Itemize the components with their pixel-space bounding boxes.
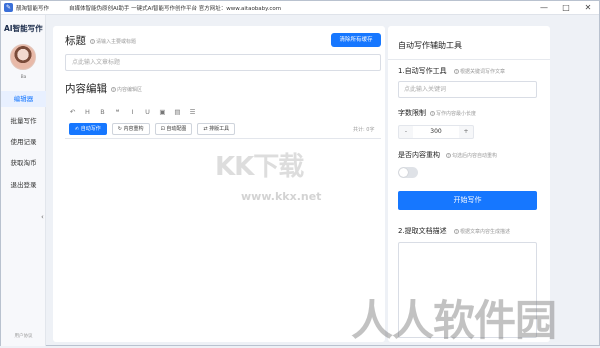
help-icon: ? bbox=[446, 153, 451, 158]
chevron-left-icon[interactable]: ‹ bbox=[41, 213, 44, 221]
app-logo-icon: ✎ bbox=[4, 3, 13, 12]
auto-write-button[interactable]: ✍ 自动写作 bbox=[69, 123, 107, 135]
word-count: 共计: 0字 bbox=[353, 127, 375, 133]
content-heading: 内容编辑 bbox=[65, 83, 107, 95]
word-limit-stepper: - 300 + bbox=[398, 125, 474, 139]
italic-icon[interactable]: I bbox=[125, 108, 140, 116]
help-icon: ? bbox=[454, 69, 459, 74]
sidebar-item-editor[interactable]: 编辑器 bbox=[1, 91, 46, 107]
content-hint: ? 内容编辑区 bbox=[111, 87, 143, 93]
user-agreement-link[interactable]: 用户协议 bbox=[1, 333, 46, 339]
close-icon[interactable]: ✕ bbox=[577, 1, 599, 15]
sidebar-item-logout[interactable]: 退出登录 bbox=[1, 177, 46, 193]
brand-logo: AI智能写作 bbox=[4, 24, 43, 33]
heading-icon[interactable]: H bbox=[80, 108, 95, 116]
editor-panel: 标题 ? 请输入主要或标题 清除所有缓存 点此输入文章标题 内容编辑 ? 内容编辑区… bbox=[53, 26, 385, 342]
rebuild-toggle[interactable] bbox=[398, 167, 418, 178]
word-limit-value[interactable]: 300 bbox=[413, 126, 459, 138]
format-toolbar: ↶ H B ❝ I U ▣ ▤ ☰ bbox=[65, 106, 381, 118]
sidebar-item-get-coins[interactable]: 获取淘币 bbox=[1, 155, 46, 171]
start-writing-button[interactable]: 开始写作 bbox=[398, 191, 537, 210]
rebuild-label: 是否内容重构 bbox=[398, 151, 440, 159]
rebuild-hint: ? 勾选后内容自动重构 bbox=[446, 153, 498, 159]
undo-icon[interactable]: ↶ bbox=[65, 108, 80, 116]
help-icon: ? bbox=[111, 87, 116, 92]
layout-tool-button[interactable]: ⇄ 排版工具 bbox=[197, 123, 236, 135]
title-bar: ✎ 靓淘智能写作 自媒体智能伪原创AI助手 一键式AI智能写作创作平台 官方网址… bbox=[1, 1, 599, 15]
extract-desc-section-title: 2.提取文档描述 bbox=[398, 227, 447, 235]
content-rebuild-button[interactable]: ↻ 内容重构 bbox=[111, 123, 150, 135]
app-window: ✎ 靓淘智能写作 自媒体智能伪原创AI助手 一键式AI智能写作创作平台 官方网址… bbox=[0, 0, 600, 346]
maximize-icon[interactable]: □ bbox=[555, 1, 577, 15]
help-icon: ? bbox=[430, 111, 435, 116]
writing-tools-panel: 自动写作辅助工具 1.自动写作工具 ? 根据关键词写作文章 点此输入关键词 字数限… bbox=[388, 26, 550, 342]
title-hint: ? 请输入主要或标题 bbox=[90, 39, 137, 45]
auto-write-section-title: 1.自动写作工具 bbox=[398, 67, 447, 75]
content-editor-area[interactable] bbox=[65, 138, 381, 338]
image-icon[interactable]: ▣ bbox=[155, 108, 170, 116]
word-limit-label: 字数限制 bbox=[398, 109, 426, 117]
extract-desc-hint: ? 根据文章内容生成描述 bbox=[454, 229, 511, 235]
word-limit-hint: ? 写作内容最小长度 bbox=[430, 111, 477, 117]
bold-icon[interactable]: B bbox=[95, 108, 110, 116]
app-title: 靓淘智能写作 bbox=[16, 5, 50, 12]
decrement-button[interactable]: - bbox=[399, 126, 413, 138]
keyword-input[interactable]: 点此输入关键词 bbox=[398, 81, 537, 98]
table-icon[interactable]: ▤ bbox=[170, 108, 185, 116]
description-textarea[interactable] bbox=[398, 242, 537, 338]
tools-panel-title: 自动写作辅助工具 bbox=[398, 41, 462, 50]
divider bbox=[388, 59, 550, 60]
clear-cache-button[interactable]: 清除所有缓存 bbox=[331, 33, 381, 47]
window-controls: — □ ✕ bbox=[533, 1, 599, 15]
editor-action-buttons: ✍ 自动写作 ↻ 内容重构 ⊡ 自动配图 ⇄ 排版工具 bbox=[69, 123, 236, 135]
help-icon: ? bbox=[90, 39, 95, 44]
sidebar: AI智能写作 Ba UID:2765 编辑器 批量写作 使用记录 获取淘币 退出… bbox=[1, 15, 46, 346]
article-title-input[interactable]: 点此输入文章标题 bbox=[65, 54, 381, 71]
title-heading: 标题 bbox=[65, 35, 86, 47]
auto-write-hint: ? 根据关键词写作文章 bbox=[454, 69, 506, 75]
align-icon[interactable]: ☰ bbox=[185, 108, 200, 116]
avatar[interactable] bbox=[10, 44, 36, 70]
minimize-icon[interactable]: — bbox=[533, 1, 555, 15]
sidebar-item-history[interactable]: 使用记录 bbox=[1, 134, 46, 150]
increment-button[interactable]: + bbox=[459, 126, 473, 138]
auto-image-button[interactable]: ⊡ 自动配图 bbox=[154, 123, 193, 135]
help-icon: ? bbox=[454, 229, 459, 234]
user-nickname: Ba bbox=[20, 75, 27, 80]
underline-icon[interactable]: U bbox=[140, 108, 155, 116]
sidebar-item-batch-write[interactable]: 批量写作 bbox=[1, 113, 46, 129]
toggle-knob bbox=[399, 168, 408, 177]
quote-icon[interactable]: ❝ bbox=[110, 108, 125, 116]
app-slogan: 自媒体智能伪原创AI助手 一键式AI智能写作创作平台 官方网址：www.aita… bbox=[69, 5, 282, 12]
